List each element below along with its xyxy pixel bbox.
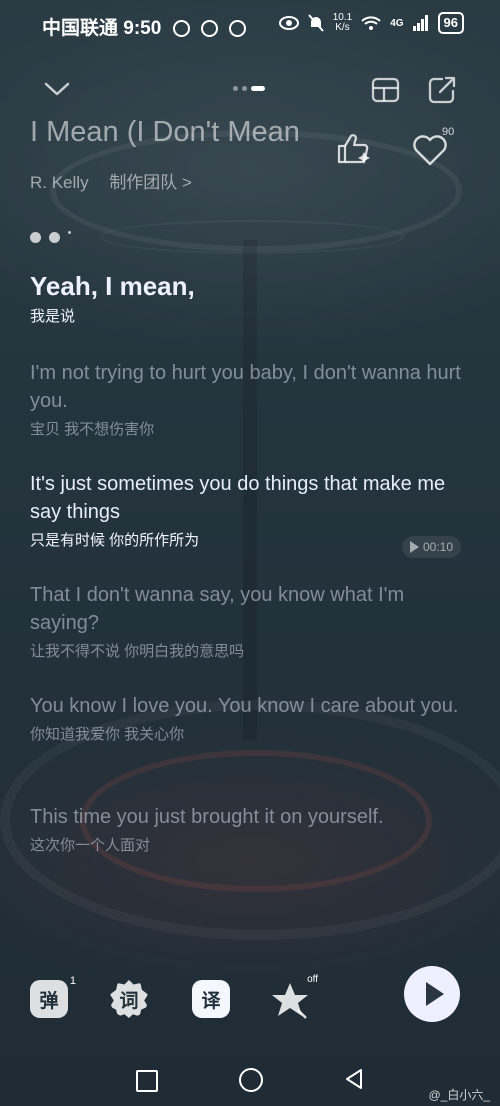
chevron-down-icon[interactable] <box>42 74 72 104</box>
lyric-text: It's just sometimes you do things that m… <box>30 473 446 523</box>
effect-state: off <box>307 974 318 985</box>
lyric-translation: 这次你一个人面对 <box>30 837 151 854</box>
page-dot-active <box>251 86 265 91</box>
artist-link[interactable]: R. Kelly <box>30 173 89 192</box>
eye-icon <box>278 16 299 30</box>
mute-bell-icon <box>307 14 324 32</box>
lyric-text: You know I love you. You know I care abo… <box>30 695 459 717</box>
recents-icon[interactable] <box>136 1070 158 1092</box>
lyrics-style-label: 词 <box>119 990 139 1012</box>
danmu-label: 弹 <box>39 990 59 1012</box>
status-bar: 中国联通 9:50 10.1 K/s 4G 96 <box>0 0 500 46</box>
play-icon <box>425 982 444 1006</box>
lyric-line[interactable]: That I don't wanna say, you know what I'… <box>30 581 475 663</box>
translate-label: 译 <box>201 990 221 1012</box>
lyrics-style-button[interactable]: 词 <box>110 980 148 1018</box>
lyric-line[interactable]: This time you just brought it on yoursel… <box>30 803 475 857</box>
lyric-text: That I don't wanna say, you know what I'… <box>30 584 405 634</box>
seek-time: 00:10 <box>423 540 454 554</box>
network-type: 4G <box>390 17 404 29</box>
thumbs-up-sparkle-icon[interactable] <box>334 128 374 168</box>
battery-indicator: 96 <box>437 12 464 34</box>
lyric-text: This time you just brought it on yoursel… <box>30 806 384 828</box>
home-icon[interactable] <box>239 1068 263 1092</box>
lyric-text: Yeah, I mean, <box>30 271 195 301</box>
lyric-translation: 你知道我爱你 我关心你 <box>30 726 185 743</box>
notification-icon <box>200 20 218 38</box>
play-small-icon <box>410 541 419 553</box>
lyric-line[interactable]: I'm not trying to hurt you baby, I don't… <box>30 359 475 441</box>
watermark: @_白小六_ <box>428 1088 490 1102</box>
star-icon <box>272 983 308 1019</box>
desktop-lyrics-icon[interactable] <box>370 74 402 106</box>
carrier-time: 中国联通 9:50 <box>42 18 162 39</box>
lyric-translation: 我是说 <box>30 308 76 325</box>
danmu-button[interactable]: 弹 1 <box>30 975 76 1018</box>
signal-icon <box>412 15 428 31</box>
song-title: I Mean (I Don't Mean <box>30 116 300 148</box>
lyric-translation: 让我不得不说 你明白我的意思吗 <box>30 643 245 660</box>
translate-button[interactable]: 译 <box>192 980 230 1018</box>
page-dot <box>233 86 238 91</box>
system-nav-bar: @_白小六_ <box>0 1052 500 1106</box>
back-icon[interactable] <box>343 1068 365 1090</box>
lyric-line[interactable]: You know I love you. You know I care abo… <box>30 692 475 746</box>
wifi-icon <box>361 16 381 30</box>
notification-icon <box>229 20 247 38</box>
like-count: 90 <box>442 126 455 138</box>
effect-toggle-button[interactable]: off <box>268 974 318 1022</box>
page-dot <box>242 86 247 91</box>
lyric-text: I'm not trying to hurt you baby, I don't… <box>30 362 461 412</box>
net-speed: 10.1 K/s <box>332 12 353 33</box>
lyric-line-current[interactable]: Yeah, I mean, 我是说 <box>30 270 475 328</box>
page-indicator <box>233 86 265 91</box>
seek-play-pill[interactable]: 00:10 <box>402 536 462 558</box>
play-button[interactable] <box>404 966 460 1022</box>
credits-link[interactable]: 制作团队 > <box>109 173 192 192</box>
notification-icon <box>172 20 190 38</box>
danmu-count: 1 <box>69 975 76 987</box>
artist-row: R. Kelly 制作团队 > <box>30 168 192 193</box>
lyric-loading-dots <box>30 231 71 243</box>
share-icon[interactable] <box>426 74 458 106</box>
lyric-translation: 宝贝 我不想伤害你 <box>30 421 155 438</box>
